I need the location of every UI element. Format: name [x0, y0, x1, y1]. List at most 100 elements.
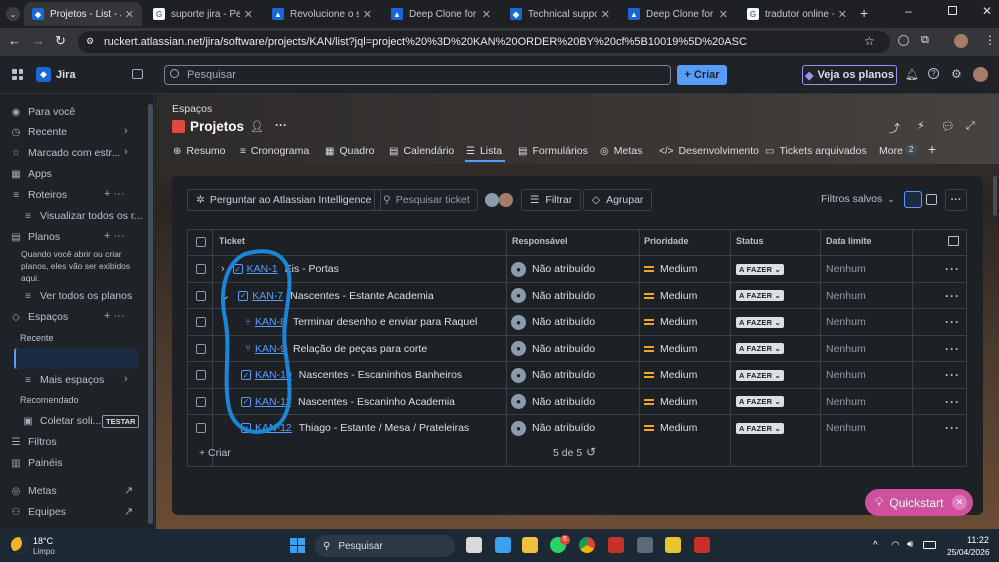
close-tab-icon[interactable]: ✕ — [601, 8, 610, 21]
assignee-cell[interactable]: ● Não atribuído — [511, 309, 595, 335]
share-icon[interactable]: ⤴ — [889, 120, 900, 136]
status-cell[interactable]: A FAZER ⌄ — [736, 256, 784, 282]
ask-ai-button[interactable]: ✲ Perguntar ao Atlassian Intelligence — [187, 189, 381, 211]
address-bar[interactable]: ruckert.atlassian.net/jira/software/proj… — [78, 31, 890, 53]
tab-formularios[interactable]: ▤ Formulários — [518, 144, 588, 158]
weather-desc[interactable]: Limpo — [33, 547, 55, 556]
row-more-icon[interactable]: ··· — [945, 336, 960, 362]
sidebar-item-apps[interactable]: ▦ Apps — [10, 164, 52, 184]
sidebar-item-equipes[interactable]: ⚇ Equipes — [10, 502, 66, 522]
issue-summary[interactable]: Nascentes - Escaninhos Banheiros — [299, 369, 462, 381]
issue-key-link[interactable]: KAN-10 — [255, 369, 292, 381]
tab-more[interactable]: More — [879, 144, 903, 158]
assignee-avatar-unassigned[interactable] — [485, 193, 499, 207]
priority-cell[interactable]: Medium — [644, 415, 697, 441]
extensions-puzzle-icon[interactable]: ⧉ — [921, 34, 929, 47]
automation-icon[interactable]: ⚡︎ — [917, 119, 925, 132]
calculator-icon[interactable] — [637, 537, 653, 553]
due-date-cell[interactable]: Nenhum — [826, 256, 866, 282]
settings-gear-icon[interactable]: ⚙ — [951, 67, 962, 81]
issue-summary[interactable]: Relação de peças para corte — [293, 343, 427, 355]
assignee-cell[interactable]: ● Não atribuído — [511, 256, 595, 282]
row-checkbox[interactable] — [196, 415, 206, 441]
assignee-cell[interactable]: ● Não atribuído — [511, 389, 595, 415]
saved-filters-dropdown[interactable]: Filtros salvos ⌄ — [821, 193, 895, 205]
priority-cell[interactable]: Medium — [644, 389, 697, 415]
user-avatar[interactable] — [973, 67, 988, 82]
external-link-icon[interactable]: ↗ — [124, 484, 133, 497]
due-date-cell[interactable]: Nenhum — [826, 389, 866, 415]
tab-lista[interactable]: ☰ Lista — [466, 144, 502, 158]
tab-tickets-arquivados[interactable]: ▭ Tickets arquivados — [765, 144, 867, 158]
status-badge[interactable]: A FAZER ⌄ — [736, 290, 784, 301]
back-icon[interactable]: ← — [8, 33, 21, 48]
table-row[interactable]: › ✓ KAN-1 Eis - Portas ● Não atribuído Medium A… — [188, 255, 966, 282]
sidebar-item-mais-espaços[interactable]: ≡ Mais espaços — [22, 370, 104, 390]
tab-quadro[interactable]: ▦ Quadro — [325, 144, 374, 158]
extension-icon[interactable] — [898, 35, 909, 46]
issue-key-link[interactable]: KAN-9 — [255, 343, 286, 355]
collapse-sidebar-icon[interactable] — [132, 69, 143, 79]
external-link-icon[interactable]: ↗ — [124, 505, 133, 518]
priority-cell[interactable]: Medium — [644, 309, 697, 335]
sidebar-item-para-você[interactable]: ◉ Para você — [10, 102, 76, 122]
detail-view-toggle[interactable] — [926, 194, 937, 205]
sidebar-item-metas[interactable]: ◎ Metas — [10, 481, 57, 501]
assignee-cell[interactable]: ● Não atribuído — [511, 283, 595, 309]
issue-key-link[interactable]: KAN-11 — [255, 396, 291, 408]
header-status[interactable]: Status — [736, 236, 764, 246]
close-tab-icon[interactable]: ✕ — [838, 8, 847, 21]
feedback-icon[interactable]: 💬︎ — [941, 120, 955, 133]
status-badge[interactable]: A FAZER ⌄ — [736, 263, 784, 275]
refresh-icon[interactable]: ↺ — [586, 445, 596, 459]
table-row[interactable]: ⑂ KAN-8 Terminar desenho e enviar para Raq… — [188, 308, 966, 335]
tab-list-button[interactable]: ⌄ — [6, 7, 20, 21]
jira-app-name[interactable]: Jira — [56, 69, 76, 81]
table-row[interactable]: ✓ KAN-10 Nascentes - Escaninhos Banheiros ●… — [188, 361, 966, 388]
columns-config-icon[interactable] — [948, 236, 959, 246]
expand-chevron-icon[interactable]: › — [221, 263, 225, 275]
file-explorer-icon[interactable] — [522, 537, 538, 553]
close-tab-icon[interactable]: ✕ — [244, 8, 253, 21]
clock-time[interactable]: 11:22 — [967, 535, 989, 545]
assignee-cell[interactable]: ● Não atribuído — [511, 362, 595, 388]
volume-icon[interactable]: 🔊︎ — [907, 539, 913, 550]
forward-icon[interactable]: → — [32, 33, 45, 48]
browser-tab[interactable]: ▲ Revolucione o suporte ✕ — [264, 2, 380, 26]
sidebar-scrollbar[interactable] — [148, 104, 153, 524]
issue-key-link[interactable]: KAN-1 — [247, 263, 278, 275]
list-view-toggle[interactable] — [904, 191, 922, 208]
table-row[interactable]: ⑂ KAN-9 Relação de peças para corte ● Não at… — [188, 334, 966, 362]
row-more-icon[interactable]: ··· — [945, 389, 960, 415]
add-tab-icon[interactable]: + — [928, 141, 936, 157]
collapse-chevron-icon[interactable]: ⌄ — [221, 289, 230, 302]
notepad-icon[interactable] — [495, 537, 511, 553]
browser-tab[interactable]: ◆ Projetos - List - Jira ✕ — [24, 2, 142, 26]
site-info-icon[interactable]: ⚙ — [86, 36, 97, 47]
issue-summary[interactable]: Terminar desenho e enviar para Raquel — [293, 316, 477, 328]
add-more-icon[interactable]: + ··· — [104, 230, 124, 242]
panel-more-icon[interactable]: ··· — [945, 189, 967, 211]
app-icon-yellow[interactable] — [665, 537, 681, 553]
status-cell[interactable]: A FAZER ⌄ — [736, 415, 784, 441]
close-tab-icon[interactable]: ✕ — [719, 8, 728, 21]
restore-window-button[interactable] — [948, 6, 957, 15]
sidebar-item-painéis[interactable]: ▥ Painéis — [10, 453, 62, 473]
tab-calendario[interactable]: ▤ Calendário — [389, 144, 454, 158]
issue-summary[interactable]: Eis - Portas — [285, 263, 339, 275]
issue-summary[interactable]: Thiago - Estante / Mesa / Prateleiras — [299, 422, 469, 434]
chevron-right-icon[interactable]: › — [124, 373, 128, 385]
row-checkbox[interactable] — [196, 362, 206, 388]
help-icon[interactable]: ? — [928, 68, 939, 79]
row-more-icon[interactable]: ··· — [945, 415, 960, 441]
issue-summary[interactable]: Nascentes - Estante Academia — [290, 290, 434, 302]
header-ticket[interactable]: Ticket — [219, 236, 245, 246]
more-actions-icon[interactable]: ··· — [275, 118, 287, 132]
app-switcher-icon[interactable] — [12, 69, 23, 80]
battery-icon[interactable] — [923, 541, 936, 549]
chrome-icon[interactable] — [579, 537, 595, 553]
row-more-icon[interactable]: ··· — [945, 309, 960, 335]
issue-key-link[interactable]: KAN-8 — [255, 316, 286, 328]
global-search-input[interactable]: Pesquisar — [164, 65, 671, 85]
header-due-date[interactable]: Data limite — [826, 236, 872, 246]
